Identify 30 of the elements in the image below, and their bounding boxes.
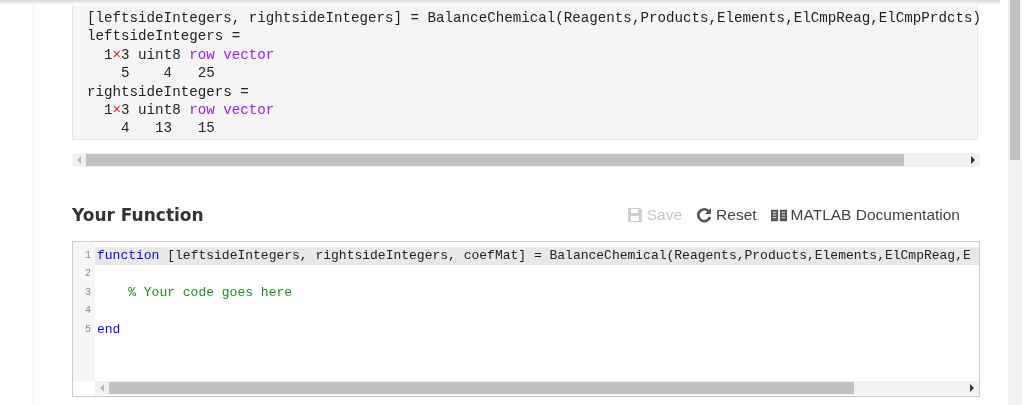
code-editor[interactable]: 1 function [leftsideIntegers, rightsideIntegers, coefMat] = BalanceChemical(Reagents,Products,Elements,ElCmpReag,E 2 3 % Your code goes here 4 5 end bbox=[72, 241, 980, 397]
output-line: leftsideIntegers = bbox=[87, 27, 241, 46]
book-icon bbox=[770, 207, 787, 223]
line-number: 3 bbox=[84, 285, 92, 300]
line-number: 2 bbox=[84, 267, 92, 282]
horizontal-scrollbar[interactable] bbox=[95, 381, 979, 395]
scroll-left-icon[interactable] bbox=[99, 384, 105, 392]
output-line: 1×3 uint8 row vector bbox=[103, 101, 275, 120]
code-line[interactable]: end bbox=[95, 320, 979, 339]
scroll-thumb[interactable] bbox=[1010, 0, 1020, 160]
documentation-link[interactable]: MATLAB Documentation bbox=[770, 206, 960, 224]
line-number: 1 bbox=[84, 249, 92, 263]
output-line: 4 13 15 bbox=[120, 119, 215, 138]
output-line: 1×3 uint8 row vector bbox=[103, 45, 275, 65]
scroll-right-icon[interactable] bbox=[970, 156, 976, 164]
code-line[interactable]: % Your code goes here bbox=[95, 283, 979, 303]
scroll-left-icon[interactable] bbox=[76, 156, 82, 164]
horizontal-scrollbar[interactable] bbox=[72, 153, 980, 167]
scroll-right-icon[interactable] bbox=[969, 384, 975, 392]
scroll-thumb[interactable] bbox=[109, 382, 854, 394]
output-line: 5 4 25 bbox=[120, 64, 215, 83]
output-line: rightsideIntegers = bbox=[87, 82, 249, 102]
output-line: [leftsideIntegers, rightsideIntegers] = BalanceChemical(Reagents,Products,Elements,ElCmpReag,ElCmpPrdcts) bbox=[87, 9, 981, 28]
section-title: Your Function bbox=[72, 205, 205, 225]
reset-icon bbox=[696, 207, 713, 223]
scroll-thumb[interactable] bbox=[86, 154, 904, 166]
line-number: 4 bbox=[84, 304, 92, 319]
reset-button[interactable]: Reset bbox=[696, 206, 757, 224]
line-number: 5 bbox=[84, 322, 92, 337]
vertical-scrollbar[interactable] bbox=[1008, 0, 1022, 405]
